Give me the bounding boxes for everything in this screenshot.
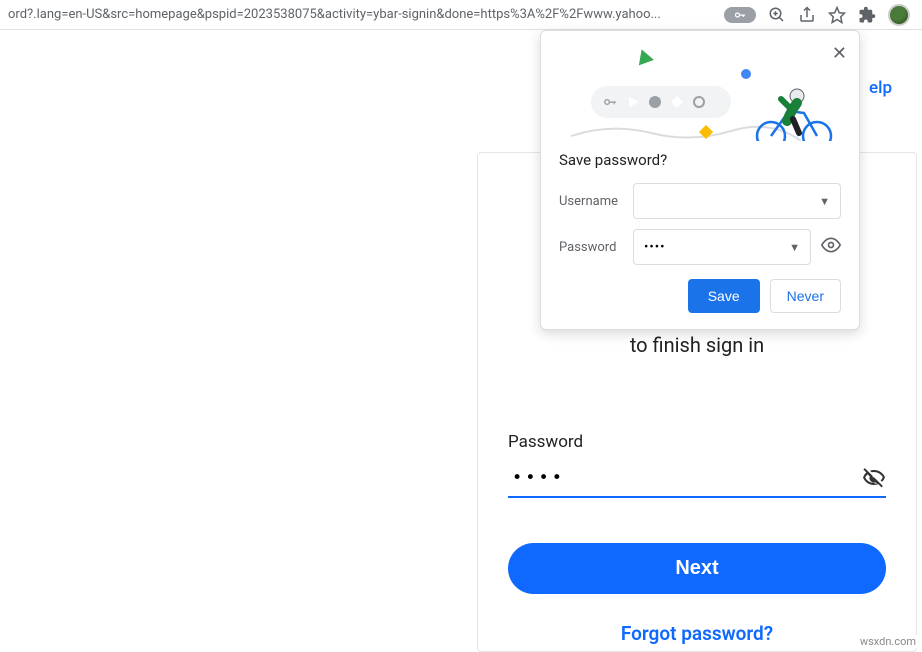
diamond-icon (671, 96, 683, 108)
password-row: Password •••• ▼ (559, 229, 841, 265)
hide-password-icon[interactable] (862, 466, 886, 490)
popup-password-field[interactable]: •••• ▼ (633, 229, 811, 265)
watermark: wsxdn.com (858, 635, 918, 648)
save-password-popup: ✕ Save password? Username ▼ (540, 30, 860, 330)
username-field[interactable]: ▼ (633, 183, 841, 219)
save-button[interactable]: Save (688, 279, 760, 313)
share-icon[interactable] (798, 6, 816, 24)
circle-icon (693, 96, 705, 108)
key-icon-badge[interactable] (724, 7, 756, 23)
chevron-down-icon[interactable]: ▼ (819, 195, 830, 208)
eye-icon[interactable] (821, 235, 841, 259)
username-label: Username (559, 194, 623, 209)
popup-password-label: Password (559, 240, 623, 255)
subtitle: to finish sign in (508, 333, 886, 357)
never-button[interactable]: Never (770, 279, 841, 313)
popup-title: Save password? (559, 151, 841, 169)
forgot-password-link[interactable]: Forgot password? (508, 622, 886, 645)
triangle-icon (634, 47, 654, 66)
browser-bar: ord?.lang=en-US&src=homepage&pspid=20235… (0, 0, 922, 30)
popup-actions: Save Never (559, 279, 841, 313)
extension-icon[interactable] (858, 6, 876, 24)
key-icon (601, 95, 619, 109)
password-section: Password (508, 432, 886, 498)
password-row (508, 466, 886, 498)
play-icon (629, 97, 639, 107)
username-row: Username ▼ (559, 183, 841, 219)
popup-body: Save password? Username ▼ Password •••• … (541, 141, 859, 329)
url-text: ord?.lang=en-US&src=homepage&pspid=20235… (4, 7, 716, 22)
popup-illustration (541, 31, 859, 141)
next-button[interactable]: Next (508, 543, 886, 594)
zoom-icon[interactable] (768, 6, 786, 24)
avatar[interactable] (888, 4, 910, 26)
bookmark-icon[interactable] (828, 6, 846, 24)
help-link[interactable]: elp (869, 78, 892, 98)
browser-icons (716, 4, 918, 26)
password-label: Password (508, 432, 886, 452)
password-input[interactable] (508, 468, 862, 488)
popup-password-value: •••• (644, 240, 789, 255)
dot-icon (649, 96, 661, 108)
cyclist-illustration (749, 71, 839, 141)
password-pill (591, 86, 731, 118)
chevron-down-icon[interactable]: ▼ (789, 241, 800, 254)
